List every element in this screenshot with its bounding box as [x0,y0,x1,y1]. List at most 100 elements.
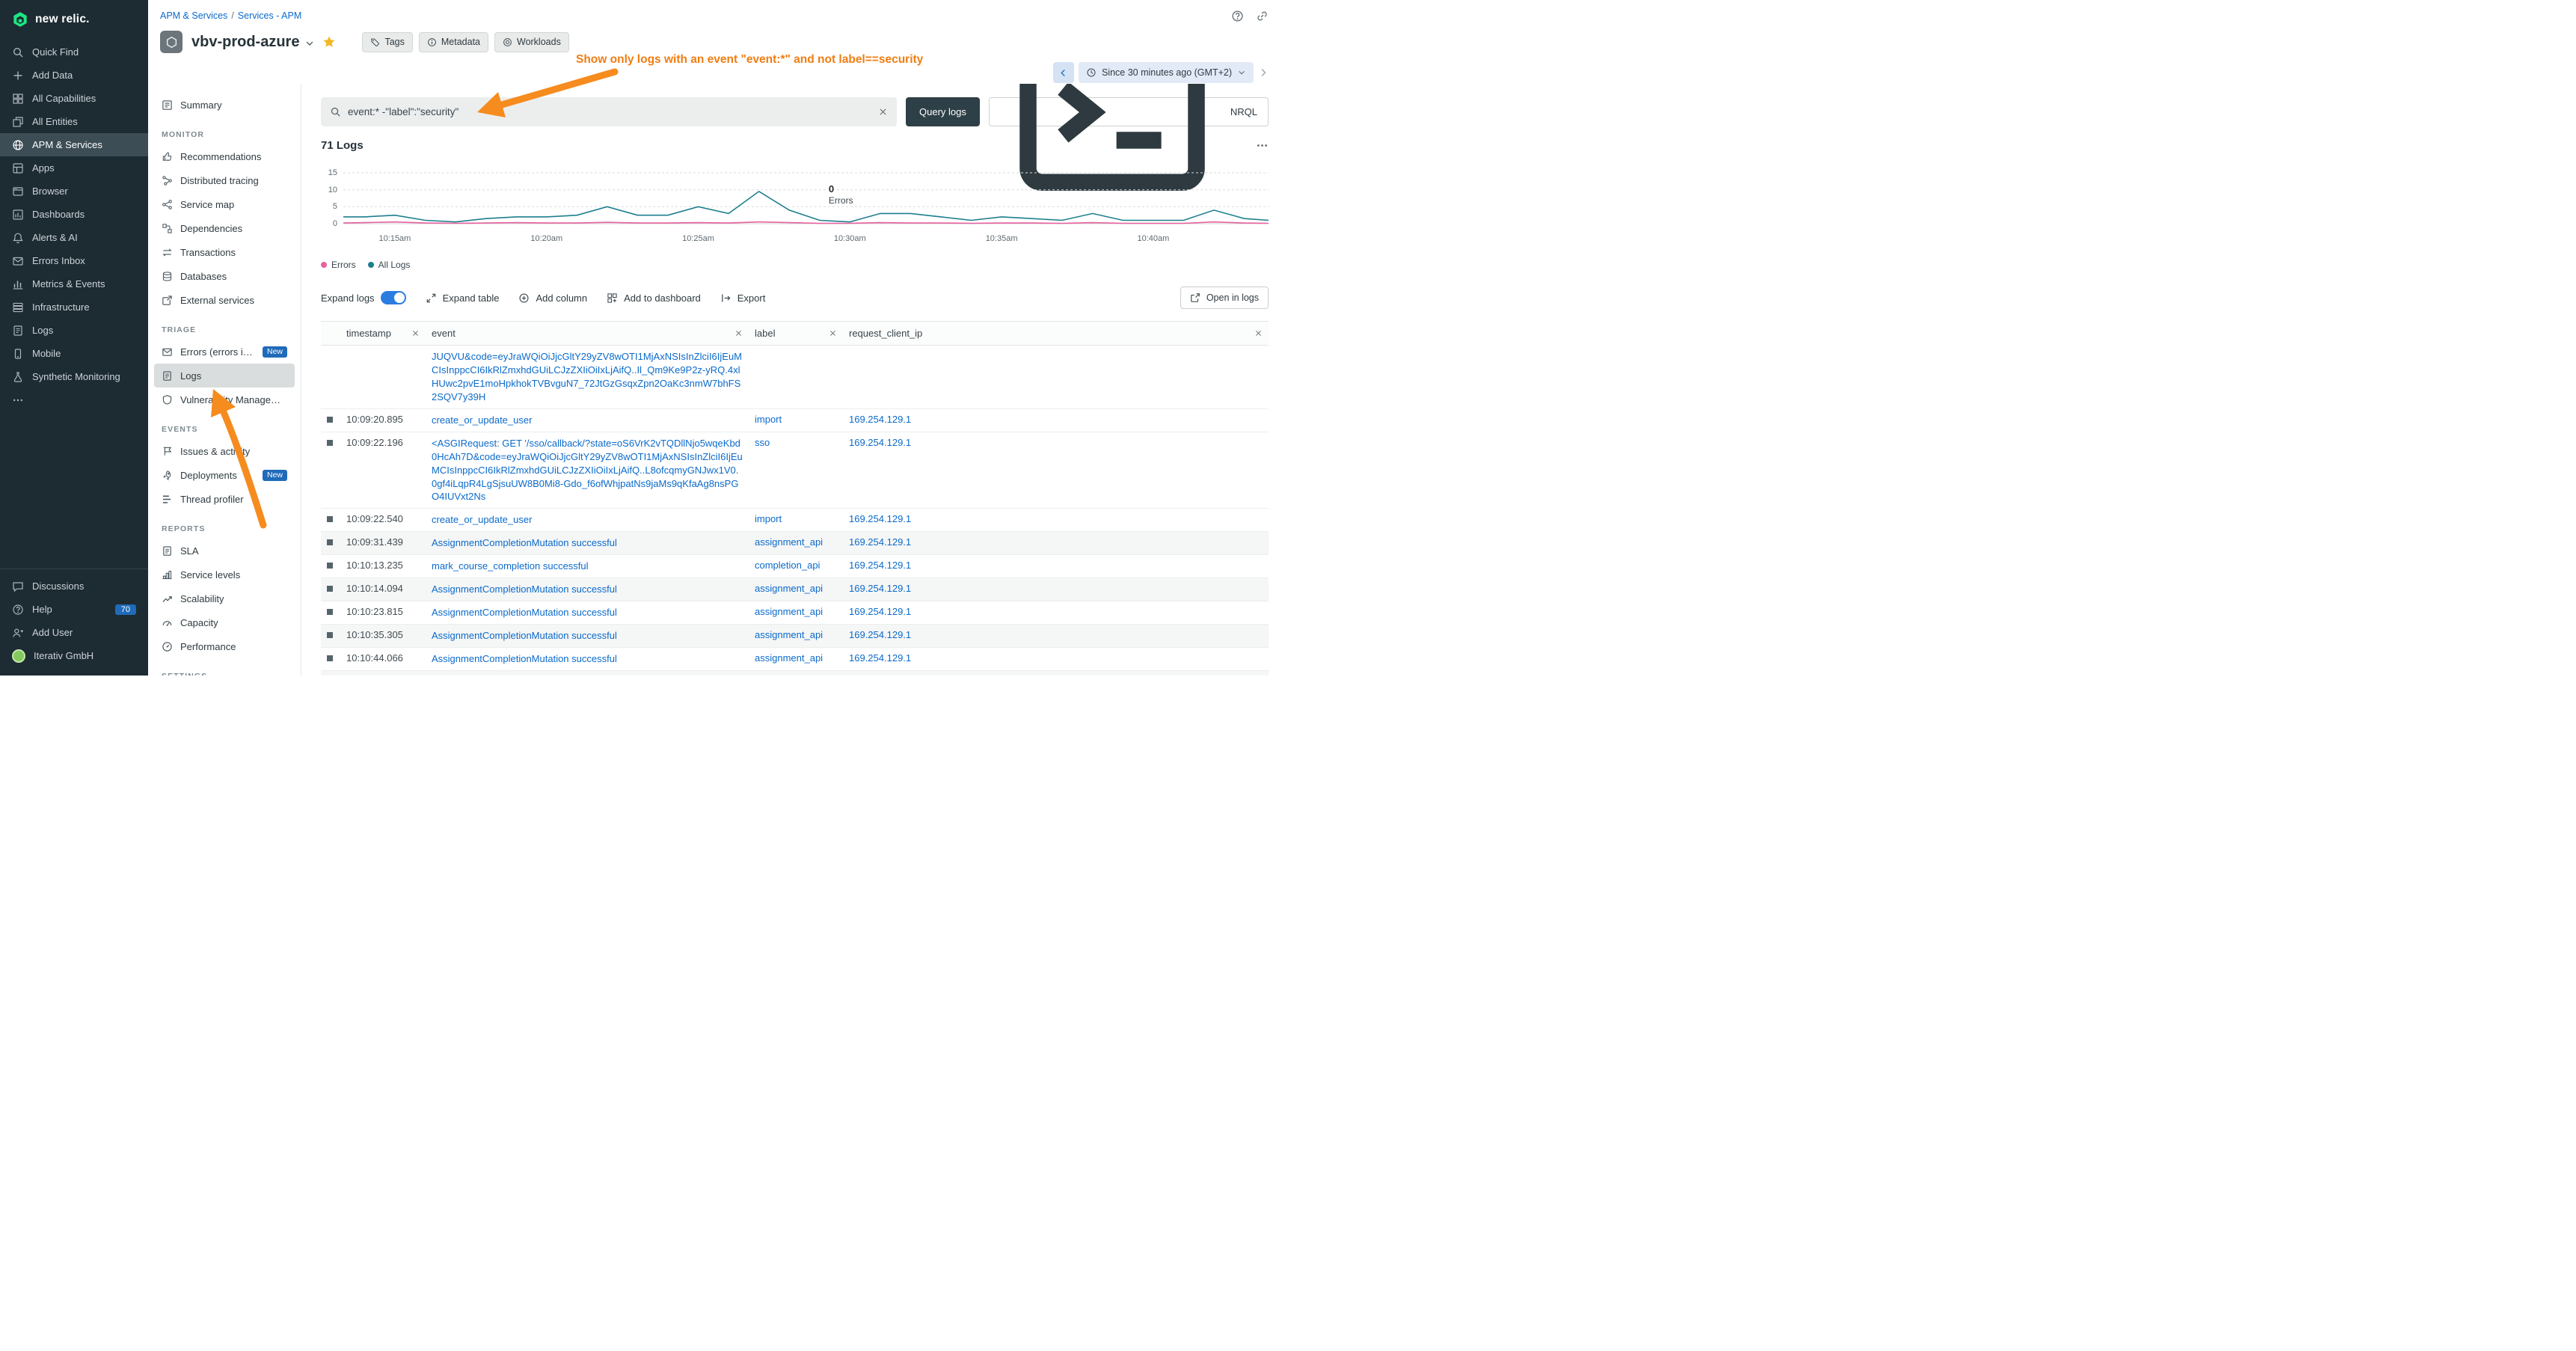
open-in-logs-button[interactable]: Open in logs [1180,287,1269,309]
nav-item-performance[interactable]: Performance [154,634,295,658]
new-relic-logo[interactable]: new relic. [0,0,148,40]
sidebar-item-infrastructure[interactable]: Infrastructure [0,295,148,319]
log-ip-link[interactable]: 169.254.129.1 [849,414,911,425]
log-label-link[interactable]: import [755,513,782,524]
sidebar-item-help[interactable]: Help70 [0,598,148,621]
nav-item-thread-profiler[interactable]: Thread profiler [154,487,295,511]
remove-column-icon[interactable] [735,329,743,337]
row-select-marker[interactable] [327,440,333,446]
log-ip-link[interactable]: 169.254.129.1 [849,583,911,594]
nav-item-issues-activity[interactable]: Issues & activity [154,439,295,463]
sidebar-item-discussions[interactable]: Discussions [0,575,148,598]
nav-item-dependencies[interactable]: Dependencies [154,216,295,240]
row-select-marker[interactable] [327,417,333,423]
workloads-button[interactable]: Workloads [494,32,569,52]
log-label-link[interactable]: import [755,414,782,425]
row-select-marker[interactable] [327,539,333,545]
nav-item-external-services[interactable]: External services [154,288,295,312]
breadcrumb-services-apm[interactable]: Services - APM [238,10,301,21]
logs-query-input[interactable]: event:* -"label":"security" [321,97,897,126]
sidebar-item-alerts-ai[interactable]: Alerts & AI [0,226,148,249]
log-ip-link[interactable]: 169.254.129.1 [849,513,911,524]
nav-item-logs[interactable]: Logs [154,364,295,387]
sidebar-item-metrics-events[interactable]: Metrics & Events [0,272,148,295]
permalink-icon[interactable] [1256,10,1269,22]
column-header-timestamp[interactable]: timestamp [340,322,426,346]
row-select-marker[interactable] [327,632,333,638]
row-select-marker[interactable] [327,609,333,615]
nav-item-capacity[interactable]: Capacity [154,610,295,634]
log-event-link[interactable]: AssignmentCompletionMutation successful [432,629,743,643]
nav-item-vulnerability-management[interactable]: Vulnerability Management [154,387,295,411]
sidebar-item-more[interactable] [0,388,148,411]
nav-item-errors-errors-inb[interactable]: Errors (errors inb...New [154,340,295,364]
sidebar-item-quick-find[interactable]: Quick Find [0,40,148,64]
time-picker[interactable]: Since 30 minutes ago (GMT+2) [1079,62,1254,83]
legend-errors[interactable]: Errors [321,260,356,270]
sidebar-item-errors-inbox[interactable]: Errors Inbox [0,249,148,272]
log-row[interactable]: 10:10:44.066AssignmentCompletionMutation… [321,648,1269,671]
log-label-link[interactable]: assignment_api [755,629,823,640]
log-label-link[interactable]: assignment_api [755,583,823,594]
sidebar-item-logs[interactable]: Logs [0,319,148,342]
row-select-marker[interactable] [327,586,333,592]
metadata-button[interactable]: Metadata [419,32,488,52]
sidebar-item-apps[interactable]: Apps [0,156,148,180]
sidebar-item-all-capabilities[interactable]: All Capabilities [0,87,148,110]
log-label-link[interactable]: assignment_api [755,606,823,617]
log-row[interactable]: 10:09:31.439AssignmentCompletionMutation… [321,532,1269,555]
log-row[interactable]: 10:10:23.815AssignmentCompletionMutation… [321,601,1269,625]
nav-item-scalability[interactable]: Scalability [154,586,295,610]
export-button[interactable]: Export [720,292,766,304]
remove-column-icon[interactable] [411,329,420,337]
entity-switcher-chevron-icon[interactable] [304,38,315,49]
add-column-button[interactable]: Add column [518,292,587,304]
log-event-link[interactable]: mark_course_completion successful [432,560,743,573]
nav-item-deployments[interactable]: DeploymentsNew [154,463,295,487]
log-label-link[interactable]: assignment_api [755,652,823,664]
expand-table-button[interactable]: Expand table [426,292,500,304]
log-ip-link[interactable]: 169.254.129.1 [849,437,911,448]
more-options-icon[interactable] [1256,139,1269,152]
log-label-link[interactable]: assignment_api [755,536,823,548]
column-header-event[interactable]: event [426,322,749,346]
time-forward-button[interactable] [1258,67,1269,78]
log-event-link[interactable]: create_or_update_user [432,513,743,527]
logs-query-text[interactable]: event:* -"label":"security" [348,106,871,117]
nav-item-sla[interactable]: SLA [154,539,295,563]
log-event-link[interactable]: AssignmentCompletionMutation successful [432,536,743,550]
sidebar-item-iterativ-gmbh[interactable]: Iterativ GmbH [0,644,148,667]
log-ip-link[interactable]: 169.254.129.1 [849,536,911,548]
log-row[interactable]: 10:10:49.051mark_course_completion succe… [321,670,1269,676]
log-row[interactable]: 10:09:22.540create_or_update_userimport1… [321,509,1269,532]
sidebar-item-synthetic-monitoring[interactable]: Synthetic Monitoring [0,365,148,388]
column-header-label[interactable]: label [749,322,843,346]
nav-item-databases[interactable]: Databases [154,264,295,288]
log-label-link[interactable]: sso [755,437,770,448]
log-event-link[interactable]: AssignmentCompletionMutation successful [432,583,743,596]
log-row[interactable]: 10:09:20.895create_or_update_userimport1… [321,408,1269,432]
nav-item-transactions[interactable]: Transactions [154,240,295,264]
column-header-request-client-ip[interactable]: request_client_ip [843,322,1269,346]
nav-item-service-map[interactable]: Service map [154,192,295,216]
favorite-star-icon[interactable] [322,35,336,49]
row-select-marker[interactable] [327,516,333,522]
log-event-link[interactable]: JUQVU&code=eyJraWQiOiJjcGltY29yZV8wOTI1M… [432,350,743,404]
clear-query-icon[interactable] [878,107,888,117]
sidebar-item-mobile[interactable]: Mobile [0,342,148,365]
log-ip-link[interactable]: 169.254.129.1 [849,606,911,617]
log-row[interactable]: 10:10:35.305AssignmentCompletionMutation… [321,625,1269,648]
sidebar-item-all-entities[interactable]: All Entities [0,110,148,133]
log-event-link[interactable]: create_or_update_user [432,414,743,427]
help-circle-icon[interactable] [1231,10,1244,22]
log-ip-link[interactable]: 169.254.129.1 [849,629,911,640]
log-label-link[interactable]: completion_api [755,560,820,571]
log-row[interactable]: 10:10:14.094AssignmentCompletionMutation… [321,578,1269,601]
tags-button[interactable]: Tags [362,32,412,52]
breadcrumb-apm-services[interactable]: APM & Services [160,10,227,21]
log-row[interactable]: JUQVU&code=eyJraWQiOiJjcGltY29yZV8wOTI1M… [321,346,1269,409]
log-event-link[interactable]: AssignmentCompletionMutation successful [432,606,743,619]
remove-column-icon[interactable] [1254,329,1263,337]
nav-item-service-levels[interactable]: Service levels [154,563,295,586]
log-row[interactable]: 10:09:22.196<ASGIRequest: GET '/sso/call… [321,432,1269,509]
